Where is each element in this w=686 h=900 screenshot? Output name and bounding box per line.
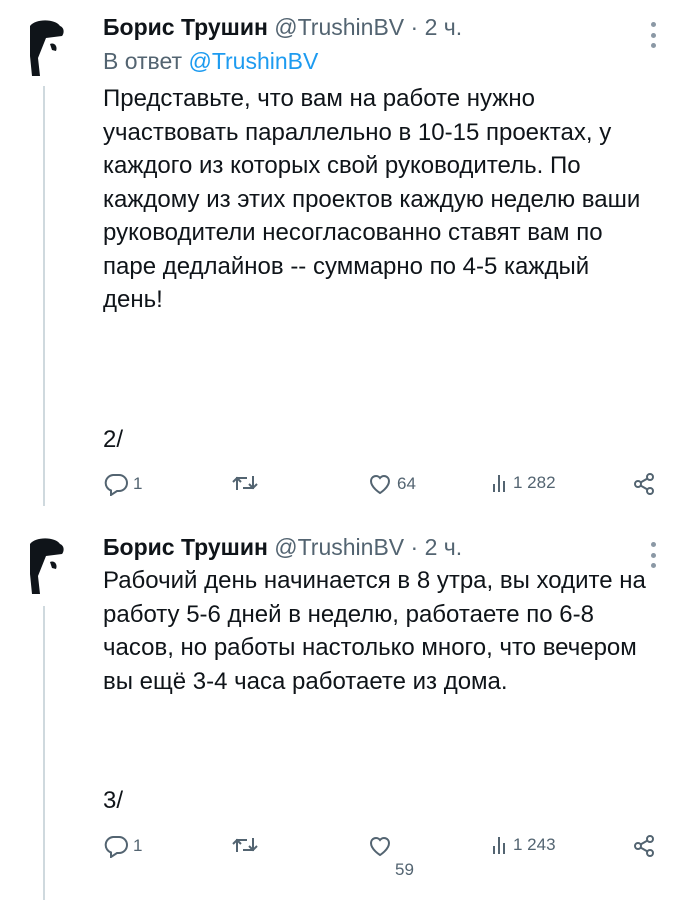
like-count: 59 [395, 860, 414, 879]
like-icon [369, 475, 391, 495]
separator: · [410, 14, 419, 40]
reply-count: 1 [133, 836, 143, 855]
like-icon [369, 837, 391, 857]
tweet-header: Борис Трушин @TrushinBV · 2 ч. [103, 12, 654, 42]
more-icon[interactable] [650, 22, 656, 48]
retweet-button[interactable] [231, 834, 263, 856]
action-bar: 1 59 1 243 [103, 834, 656, 894]
avatar-silhouette-icon [30, 538, 64, 594]
share-button[interactable] [632, 834, 656, 858]
avatar-silhouette-icon [30, 20, 64, 76]
reply-button[interactable]: 1 [103, 834, 142, 858]
timestamp[interactable]: 2 ч. [425, 14, 463, 40]
views-icon [493, 475, 505, 492]
views-button[interactable]: 1 282 [491, 472, 556, 494]
author-handle[interactable]: @TrushinBV [274, 14, 404, 40]
thread-counter: 3/ [103, 787, 124, 814]
reply-button[interactable]: 1 [103, 472, 142, 496]
reply-icon [104, 474, 128, 496]
retweet-button[interactable] [231, 472, 263, 494]
thread-line [43, 86, 45, 506]
reply-icon [104, 836, 128, 858]
thread-line [43, 606, 45, 900]
tweet-text: Представьте, что вам на работе нужно уча… [103, 85, 641, 313]
tweet-text: Рабочий день начинается в 8 утра, вы ход… [103, 567, 646, 695]
share-icon [634, 473, 654, 495]
author-handle[interactable]: @TrushinBV [274, 534, 404, 560]
action-bar: 1 64 1 282 [103, 472, 656, 506]
like-button[interactable]: 64 [367, 472, 416, 496]
share-button[interactable] [632, 472, 656, 496]
reply-count: 1 [133, 474, 143, 493]
author-name[interactable]: Борис Трушин [103, 14, 268, 40]
reply-mention-link[interactable]: @TrushinBV [188, 48, 318, 74]
avatar[interactable] [16, 536, 70, 594]
timestamp[interactable]: 2 ч. [425, 534, 463, 560]
more-icon[interactable] [650, 542, 656, 568]
views-count: 1 243 [513, 835, 556, 854]
views-count: 1 282 [513, 473, 556, 492]
like-count: 64 [397, 474, 416, 493]
separator: · [410, 534, 419, 560]
reply-prefix: В ответ [103, 48, 183, 74]
retweet-icon [232, 476, 258, 490]
retweet-icon [232, 838, 258, 852]
views-icon [493, 837, 505, 854]
tweet-header: Борис Трушин @TrushinBV · 2 ч. [103, 532, 654, 562]
reply-to-line: В ответ @TrushinBV [103, 46, 654, 76]
author-name[interactable]: Борис Трушин [103, 534, 268, 560]
like-button[interactable]: 59 [367, 834, 414, 880]
views-button[interactable]: 1 243 [491, 834, 556, 856]
share-icon [634, 835, 654, 857]
thread-counter: 2/ [103, 426, 124, 453]
avatar[interactable] [16, 18, 70, 76]
